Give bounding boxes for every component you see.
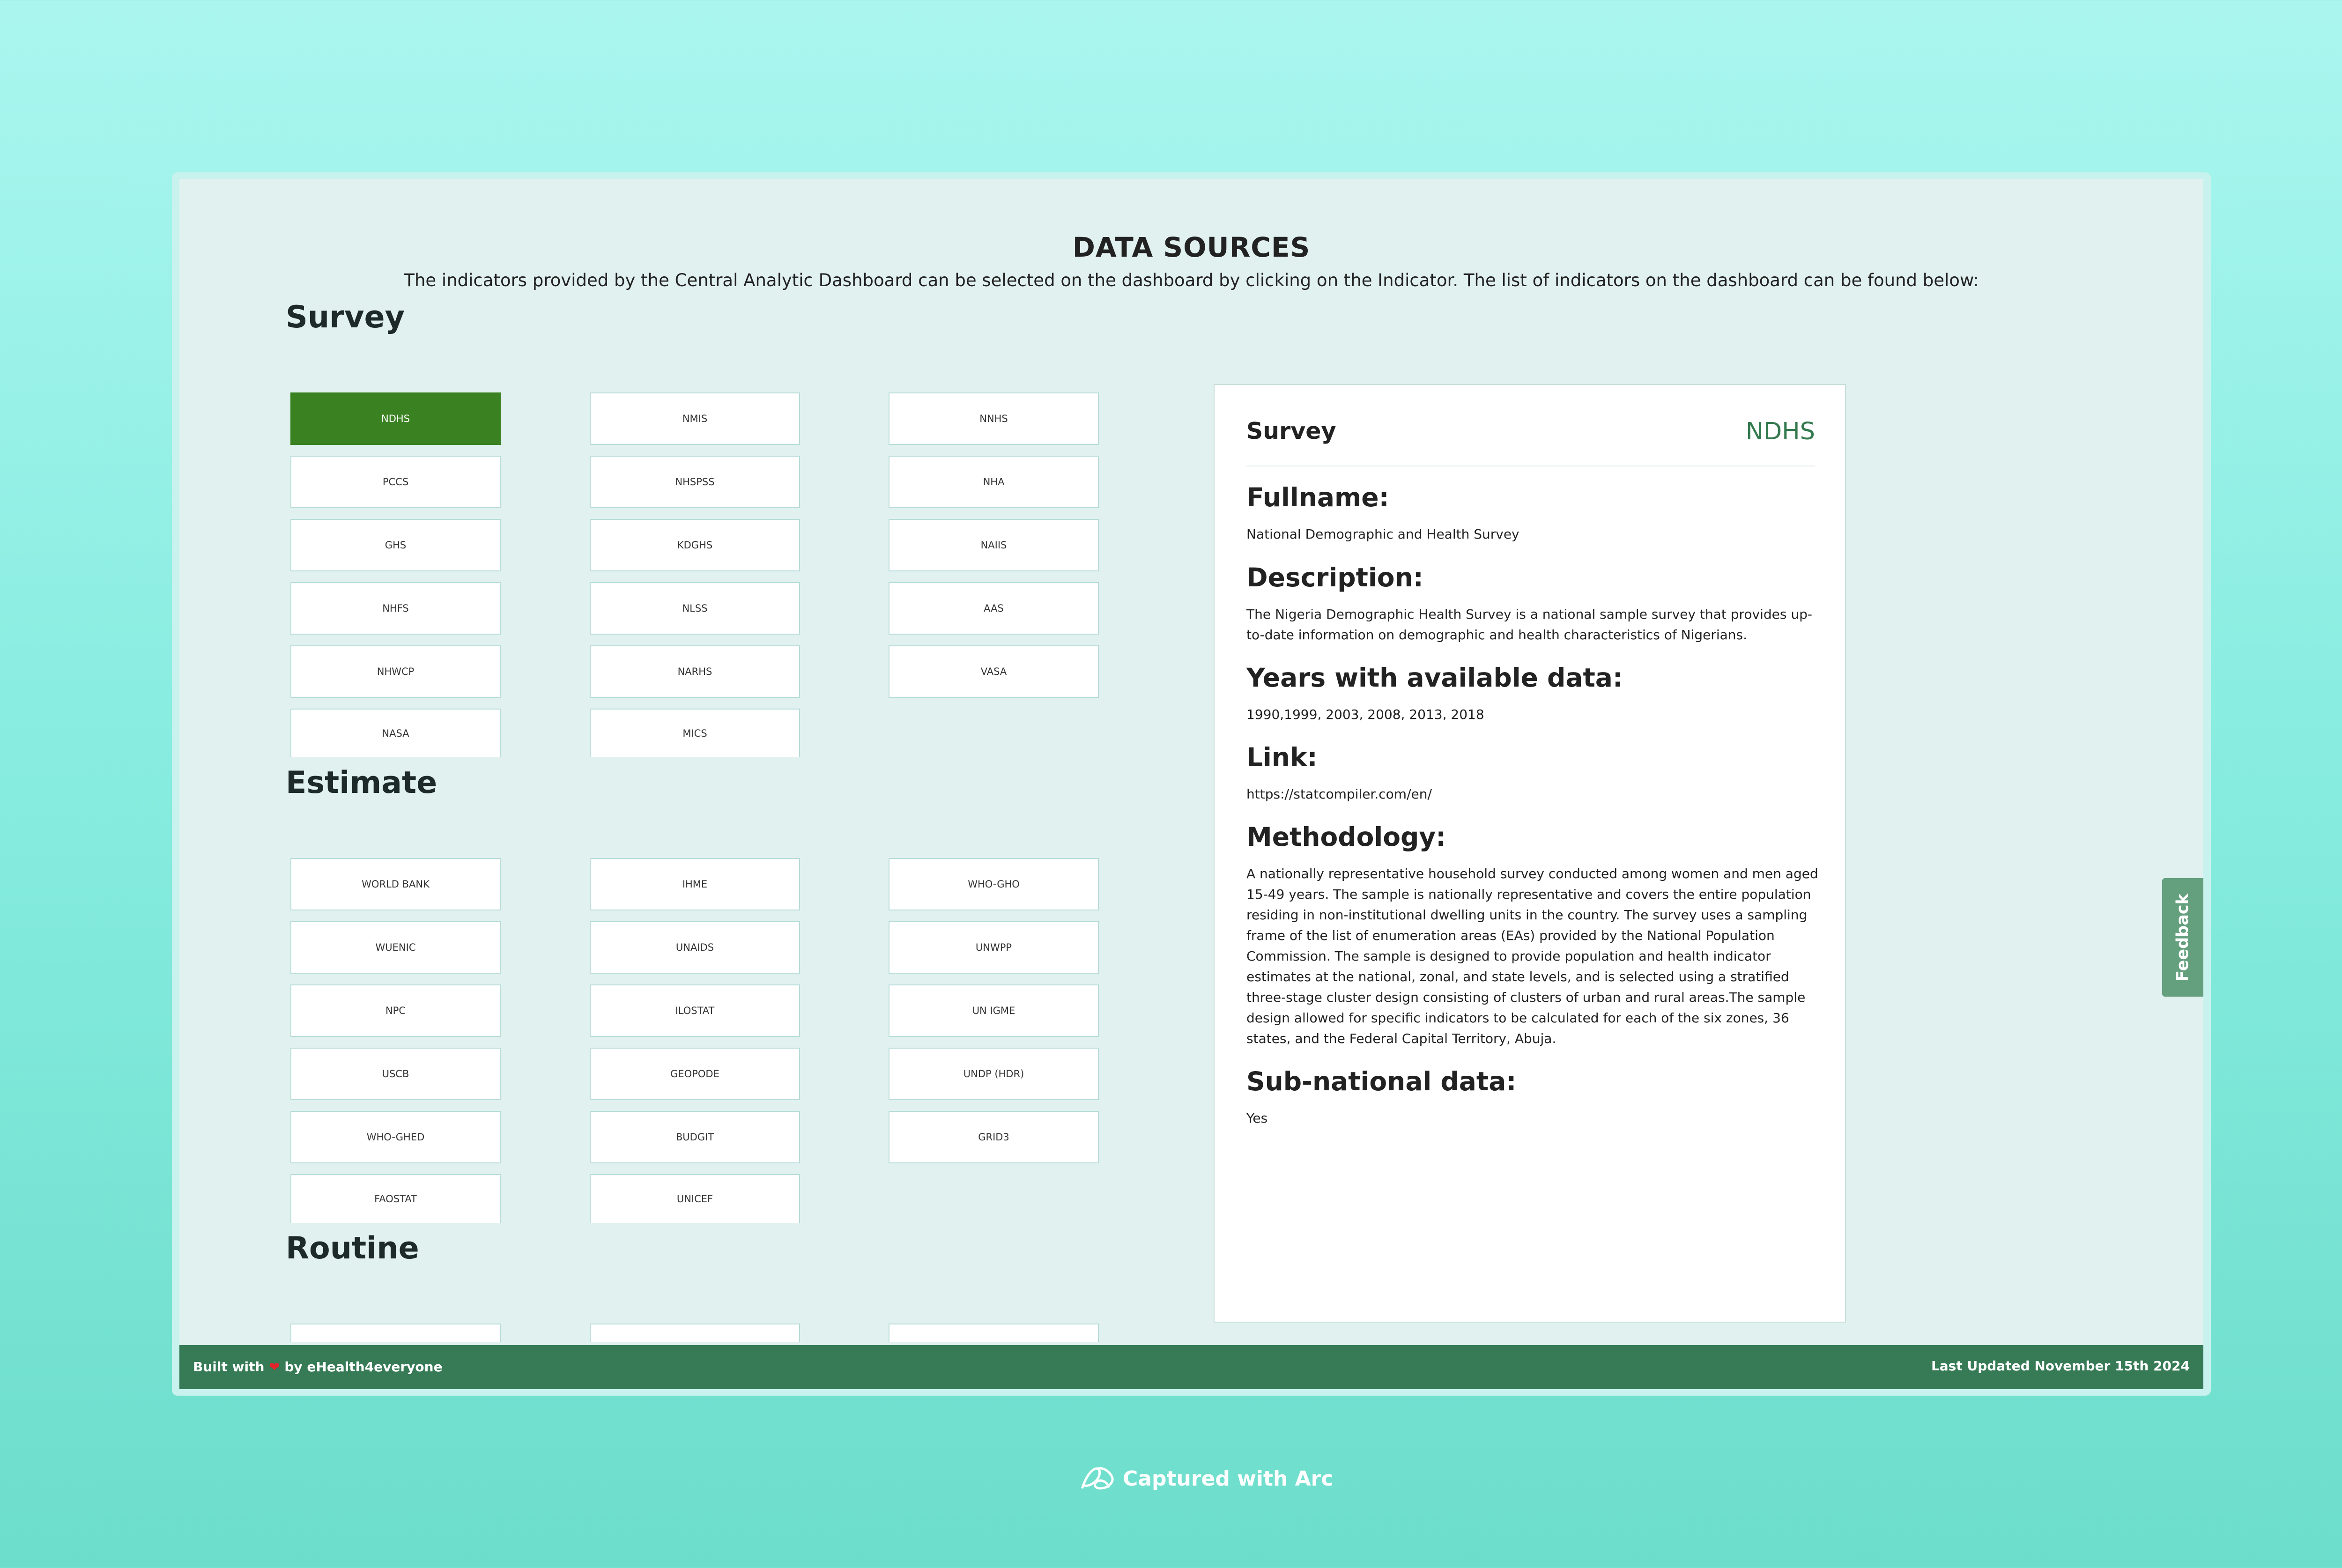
- link-value[interactable]: https://statcompiler.com/en/: [1246, 784, 1823, 805]
- detail-code: NDHS: [1745, 418, 1815, 445]
- years-label: Years with available data:: [1246, 663, 1623, 693]
- subnational-value: Yes: [1246, 1110, 1268, 1126]
- source-button-world-bank[interactable]: WORLD BANK: [290, 858, 501, 910]
- section-title-estimate: Estimate: [286, 765, 437, 800]
- detail-header: Survey NDHS: [1246, 418, 1815, 466]
- source-button-narhs[interactable]: NARHS: [590, 645, 800, 698]
- source-button-routine-1[interactable]: [290, 1324, 501, 1342]
- fullname-value: National Demographic and Health Survey: [1246, 526, 1519, 542]
- data-sources-page: DATA SOURCES The indicators provided by …: [179, 179, 2203, 1389]
- section-title-survey: Survey: [286, 300, 405, 335]
- source-button-npc[interactable]: NPC: [290, 984, 501, 1037]
- arc-logo-icon: [1081, 1467, 1114, 1490]
- source-button-nhwcp[interactable]: NHWCP: [290, 645, 501, 698]
- footer-built-suffix: by eHealth4everyone: [284, 1359, 443, 1375]
- footer-built-prefix: Built with: [193, 1359, 265, 1375]
- methodology-label: Methodology:: [1246, 822, 1446, 852]
- source-button-nnhs[interactable]: NNHS: [889, 392, 1099, 445]
- footer-credit: Built with ❤ by eHealth4everyone: [193, 1359, 443, 1375]
- years-value: 1990,1999, 2003, 2008, 2013, 2018: [1246, 707, 1484, 722]
- source-button-grid3[interactable]: GRID3: [889, 1111, 1099, 1163]
- description-label: Description:: [1246, 562, 1423, 592]
- source-button-unicef[interactable]: UNICEF: [590, 1174, 800, 1223]
- page-footer: Built with ❤ by eHealth4everyone Last Up…: [179, 1345, 2203, 1389]
- source-button-who-ghed[interactable]: WHO-GHED: [290, 1111, 501, 1163]
- heart-icon: ❤: [269, 1359, 280, 1375]
- source-button-nmis[interactable]: NMIS: [590, 392, 800, 445]
- source-button-nasa[interactable]: NASA: [290, 709, 501, 757]
- arc-watermark: Captured with Arc: [1080, 1462, 1333, 1495]
- description-value: The Nigeria Demographic Health Survey is…: [1246, 606, 1812, 643]
- source-button-pccs[interactable]: PCCS: [290, 456, 501, 508]
- source-button-un-igme[interactable]: UN IGME: [889, 984, 1099, 1037]
- source-button-aas[interactable]: AAS: [889, 582, 1099, 635]
- source-button-vasa[interactable]: VASA: [889, 645, 1099, 698]
- source-button-geopode[interactable]: GEOPODE: [590, 1048, 800, 1100]
- source-button-who-gho[interactable]: WHO-GHO: [889, 858, 1099, 910]
- source-button-kdghs[interactable]: KDGHS: [590, 519, 800, 571]
- source-button-uscb[interactable]: USCB: [290, 1048, 501, 1100]
- source-button-faostat[interactable]: FAOSTAT: [290, 1174, 501, 1223]
- arc-label: Captured with Arc: [1123, 1466, 1334, 1491]
- subnational-label: Sub-national data:: [1246, 1066, 1517, 1096]
- source-button-nhfs[interactable]: NHFS: [290, 582, 501, 635]
- source-button-routine-3[interactable]: [889, 1324, 1099, 1342]
- fullname-label: Fullname:: [1246, 482, 1389, 512]
- section-title-routine: Routine: [286, 1231, 419, 1266]
- source-button-ilostat[interactable]: ILOSTAT: [590, 984, 800, 1037]
- source-button-naiis[interactable]: NAIIS: [889, 519, 1099, 571]
- source-button-wuenic[interactable]: WUENIC: [290, 921, 501, 974]
- source-button-nlss[interactable]: NLSS: [590, 582, 800, 635]
- browser-window: DATA SOURCES The indicators provided by …: [172, 172, 2211, 1396]
- page-subtitle: The indicators provided by the Central A…: [404, 270, 1979, 290]
- source-button-ghs[interactable]: GHS: [290, 519, 501, 571]
- source-button-mics[interactable]: MICS: [590, 709, 800, 757]
- detail-category: Survey: [1246, 418, 1336, 444]
- feedback-label: Feedback: [2173, 893, 2192, 982]
- source-button-unwpp[interactable]: UNWPP: [889, 921, 1099, 974]
- source-button-ihme[interactable]: IHME: [590, 858, 800, 910]
- link-label: Link:: [1246, 742, 1318, 772]
- source-button-budgit[interactable]: BUDGIT: [590, 1111, 800, 1163]
- methodology-value: A nationally representative household su…: [1246, 866, 1818, 1046]
- feedback-tab[interactable]: Feedback: [2162, 878, 2203, 997]
- source-button-routine-2[interactable]: [590, 1324, 800, 1342]
- source-button-ndhs[interactable]: NDHS: [290, 392, 501, 445]
- page-title: DATA SOURCES: [1072, 231, 1311, 263]
- source-detail-panel: Survey NDHS Fullname: National Demograph…: [1214, 384, 1846, 1323]
- source-button-undp-hdr[interactable]: UNDP (HDR): [889, 1048, 1099, 1100]
- source-button-unaids[interactable]: UNAIDS: [590, 921, 800, 974]
- source-button-nha[interactable]: NHA: [889, 456, 1099, 508]
- footer-last-updated: Last Updated November 15th 2024: [1931, 1358, 2190, 1374]
- source-button-nhspss[interactable]: NHSPSS: [590, 456, 800, 508]
